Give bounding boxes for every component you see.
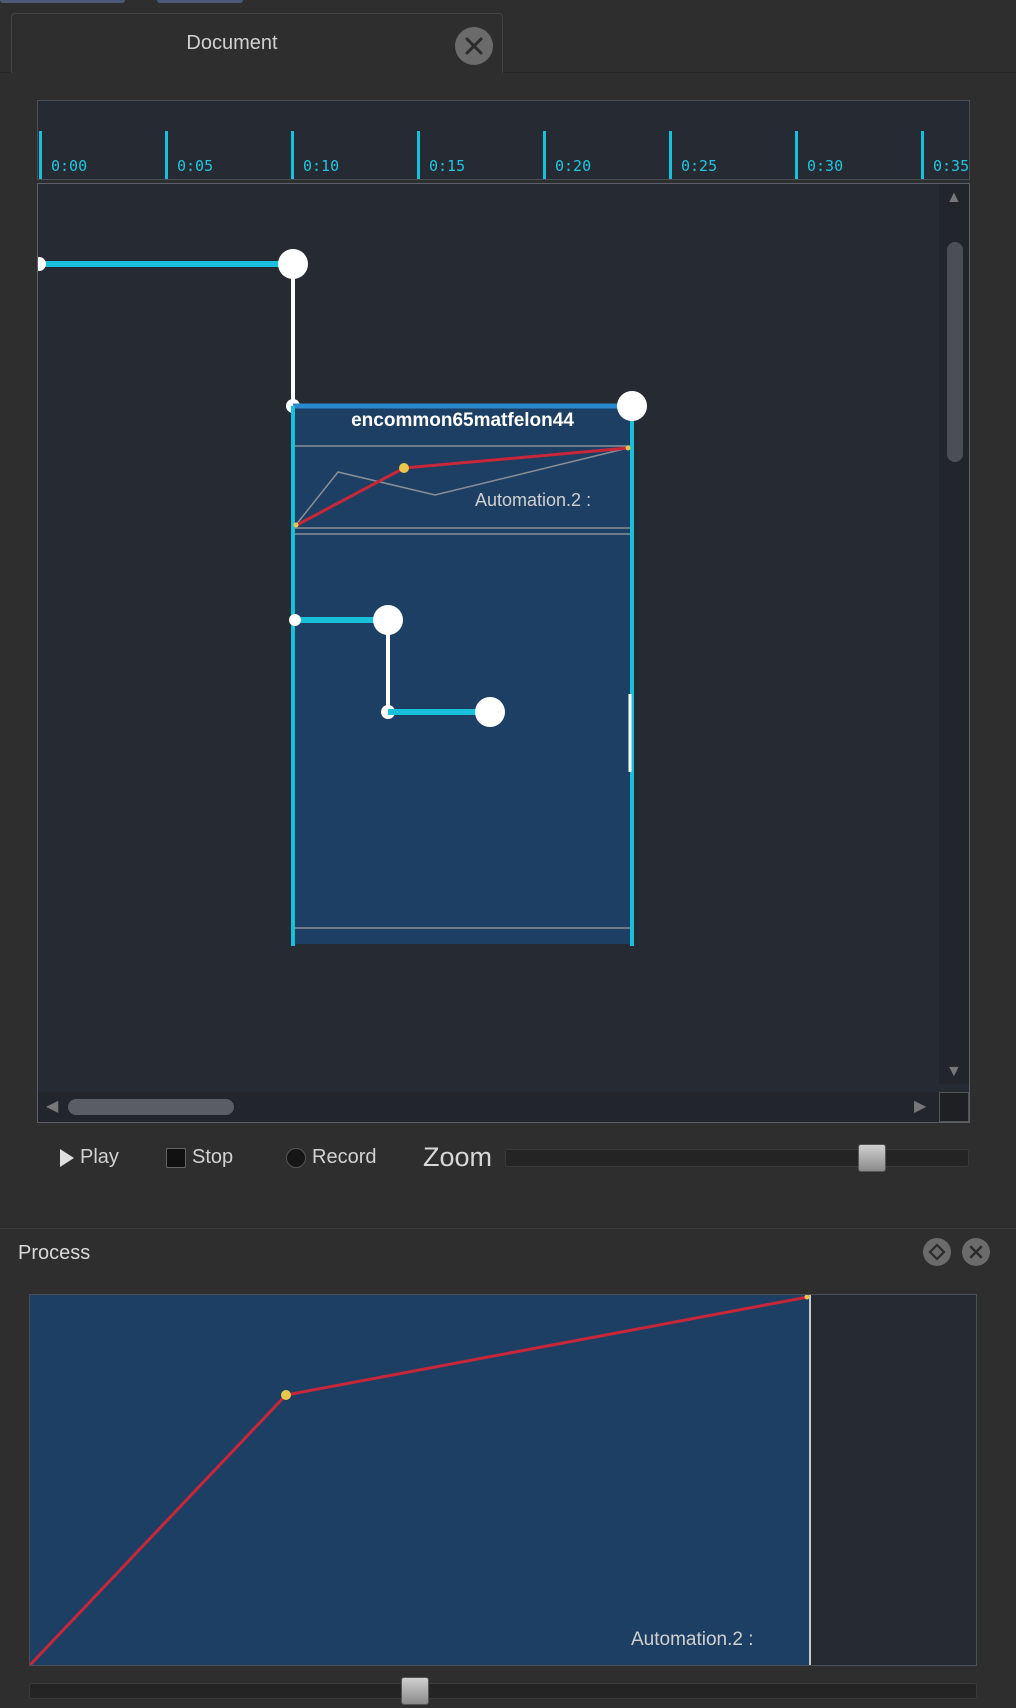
float-panel-icon[interactable] <box>923 1238 951 1266</box>
process-panel-title: Process <box>18 1242 91 1264</box>
play-button[interactable]: Play <box>60 1146 119 1169</box>
ruler-tick <box>921 131 924 179</box>
top-tab-stub <box>0 0 125 3</box>
interval-box[interactable] <box>293 406 632 944</box>
play-icon <box>60 1148 74 1167</box>
automation-point[interactable] <box>399 463 409 473</box>
vertical-scrollbar[interactable]: ▲ ▼ <box>939 184 969 1084</box>
automation-area <box>30 1295 809 1665</box>
start-event-node <box>38 257 46 271</box>
scenario-view[interactable]: encommon65matfelon44 Automation.2 : ▲ ▼ … <box>37 183 970 1123</box>
scroll-right-icon[interactable]: ▶ <box>914 1099 926 1115</box>
zoom-label: Zoom <box>423 1142 493 1172</box>
automation-point[interactable] <box>281 1390 291 1400</box>
ruler-tick <box>417 131 420 179</box>
transport-bar: Play Stop Record Zoom <box>0 1140 1016 1180</box>
ruler-tick-label: 0:05 <box>177 157 214 175</box>
record-icon <box>286 1147 306 1168</box>
horizontal-scrollbar[interactable]: ◀ ▶ <box>38 1092 939 1122</box>
ruler-tick-label: 0:00 <box>51 157 88 175</box>
vertical-scroll-thumb[interactable] <box>947 242 963 462</box>
process-zoom-slider-handle[interactable] <box>401 1677 429 1705</box>
stop-label: Stop <box>192 1146 234 1168</box>
ruler-tick <box>543 131 546 179</box>
close-panel-icon[interactable] <box>962 1238 990 1266</box>
close-icon[interactable] <box>455 27 493 65</box>
interval-title: encommon65matfelon44 <box>351 410 574 431</box>
stop-button[interactable]: Stop <box>166 1146 233 1169</box>
tab-document-label: Document <box>186 32 278 54</box>
ruler-tick <box>39 131 42 179</box>
scroll-down-icon[interactable]: ▼ <box>946 1064 962 1080</box>
nested-end-node[interactable] <box>475 697 505 727</box>
stop-icon <box>166 1147 186 1168</box>
nested-start-node <box>289 614 301 626</box>
automation-slot-label: Automation.2 : <box>475 490 592 510</box>
timeline-ruler[interactable]: 0:00 0:05 0:10 0:15 0:20 0:25 0:30 0:35 <box>37 100 970 180</box>
scroll-up-icon[interactable]: ▲ <box>946 190 962 206</box>
automation-editor-label: Automation.2 : <box>631 1629 754 1650</box>
process-zoom-slider[interactable] <box>29 1683 977 1699</box>
ruler-tick <box>669 131 672 179</box>
scenario-canvas <box>38 249 647 946</box>
tab-document[interactable]: Document <box>11 13 503 73</box>
record-button[interactable]: Record <box>286 1146 376 1169</box>
ruler-tick-label: 0:20 <box>555 157 592 175</box>
ruler-tick-label: 0:10 <box>303 157 340 175</box>
ruler-tick <box>795 131 798 179</box>
ruler-tick-label: 0:30 <box>807 157 844 175</box>
ruler-tick <box>291 131 294 179</box>
ruler-tick-label: 0:35 <box>933 157 970 175</box>
top-tab-stub <box>157 0 243 3</box>
horizontal-scroll-thumb[interactable] <box>68 1099 234 1115</box>
play-label: Play <box>80 1146 119 1168</box>
ruler-tick-label: 0:15 <box>429 157 466 175</box>
automation-editor-canvas <box>30 1295 811 1665</box>
zoom-slider[interactable] <box>505 1149 969 1167</box>
automation-point <box>625 445 631 451</box>
record-label: Record <box>312 1146 377 1168</box>
scroll-corner <box>939 1092 969 1122</box>
zoom-slider-handle[interactable] <box>858 1144 886 1172</box>
panel-divider <box>0 1228 1016 1229</box>
automation-point <box>293 522 299 528</box>
ruler-tick <box>165 131 168 179</box>
ruler-tick-label: 0:25 <box>681 157 718 175</box>
automation-editor[interactable]: Automation.2 : <box>29 1294 977 1666</box>
scroll-left-icon[interactable]: ◀ <box>46 1099 58 1115</box>
